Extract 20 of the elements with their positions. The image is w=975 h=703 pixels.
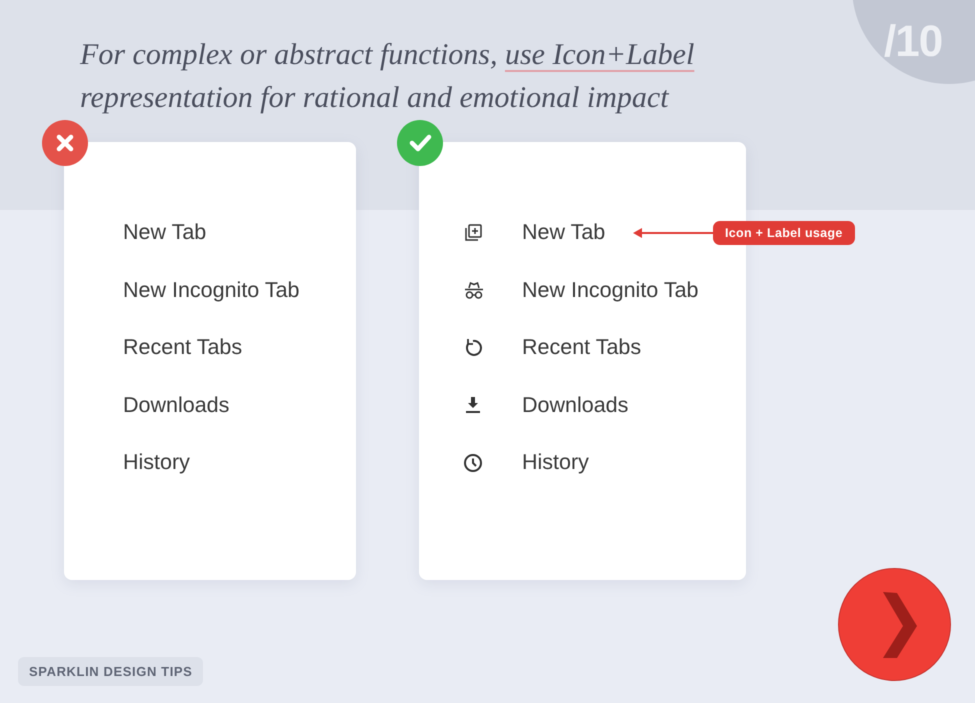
menu-item[interactable]: New Incognito Tab (123, 278, 300, 303)
new-tab-icon (463, 222, 483, 243)
menu-item[interactable]: History (522, 450, 589, 476)
menu-item[interactable]: New Tab (123, 220, 206, 246)
menu-item[interactable]: Recent Tabs (123, 335, 242, 360)
refresh-icon (463, 338, 483, 358)
arrow-icon (633, 226, 713, 239)
annotation-label: Icon + Label usage (713, 220, 855, 245)
incognito-icon (463, 280, 485, 300)
headline-line: For complex or abstract functions, use Icon+Label (80, 37, 694, 73)
menu-item[interactable]: Recent Tabs (522, 335, 642, 360)
menu-item[interactable]: Downloads (522, 392, 628, 418)
headline-line: representation for rational and emotional impact (80, 80, 669, 116)
menu-item[interactable]: Downloads (123, 392, 230, 418)
menu-item[interactable]: New Tab (522, 220, 606, 246)
menu-item[interactable]: History (123, 450, 190, 476)
brand-tag: SPARKLIN DESIGN TIPS (18, 657, 204, 686)
menu-item[interactable]: New Incognito Tab (522, 278, 698, 303)
clock-icon (463, 452, 483, 473)
download-icon (463, 395, 483, 416)
